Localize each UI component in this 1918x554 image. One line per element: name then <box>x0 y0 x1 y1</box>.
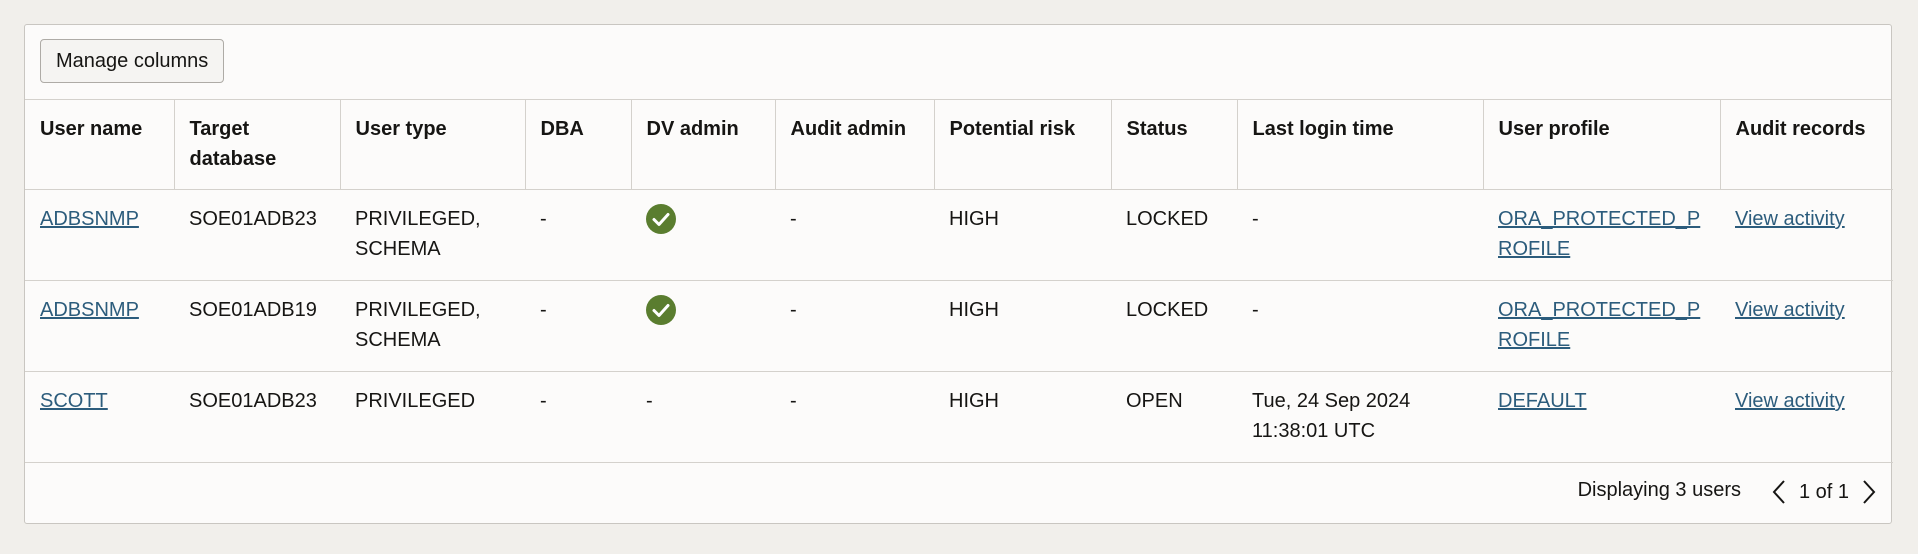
user-profile-link[interactable]: ORA_PROTECTED_PROFILE <box>1498 299 1700 351</box>
row-count-text: Displaying 3 users <box>1577 479 1741 501</box>
status-cell: OPEN <box>1111 371 1237 463</box>
table-header-row: User name Target database User type DBA … <box>25 100 1893 190</box>
potential-risk-cell: HIGH <box>934 189 1111 281</box>
user-type-cell: PRIVILEGED, SCHEMA <box>340 280 525 372</box>
dv-admin-cell <box>631 280 775 372</box>
dv-admin-cell <box>631 189 775 281</box>
potential-risk-cell: HIGH <box>934 371 1111 463</box>
col-status[interactable]: Status <box>1111 100 1238 190</box>
check-icon <box>646 204 676 234</box>
user-profile-link[interactable]: DEFAULT <box>1498 390 1587 412</box>
user-name-link[interactable]: ADBSNMP <box>40 208 139 230</box>
table-footer: Displaying 3 users 1 of 1 <box>25 463 1891 523</box>
chevron-right-icon[interactable] <box>1857 477 1881 507</box>
audit-admin-cell: - <box>775 189 934 281</box>
audit-admin-cell: - <box>775 280 934 372</box>
col-dba[interactable]: DBA <box>525 100 632 190</box>
col-dv-admin[interactable]: DV admin <box>631 100 776 190</box>
view-activity-link[interactable]: View activity <box>1735 390 1845 412</box>
dba-cell: - <box>525 189 631 281</box>
dba-cell: - <box>525 280 631 372</box>
user-name-link[interactable]: ADBSNMP <box>40 299 139 321</box>
page-indicator: 1 of 1 <box>1798 480 1849 503</box>
table-toolbar: Manage columns <box>25 25 1891 100</box>
col-target-database[interactable]: Target database <box>174 100 341 190</box>
table-row: ADBSNMP SOE01ADB19 PRIVILEGED, SCHEMA - … <box>25 280 1893 372</box>
audit-admin-cell: - <box>775 371 934 463</box>
last-login-cell: - <box>1237 280 1483 372</box>
potential-risk-cell: HIGH <box>934 280 1111 372</box>
view-activity-link[interactable]: View activity <box>1735 299 1845 321</box>
col-user-type[interactable]: User type <box>340 100 526 190</box>
pagination: 1 of 1 <box>1767 477 1881 507</box>
user-name-link[interactable]: SCOTT <box>40 390 108 412</box>
user-type-cell: PRIVILEGED <box>340 371 525 463</box>
user-profile-link[interactable]: ORA_PROTECTED_PROFILE <box>1498 208 1700 260</box>
status-cell: LOCKED <box>1111 189 1237 281</box>
users-panel: Manage columns User name Target database… <box>24 24 1893 524</box>
dv-admin-cell: - <box>631 371 775 463</box>
last-login-cell: Tue, 24 Sep 2024 11:38:01 UTC <box>1237 371 1483 463</box>
chevron-left-icon[interactable] <box>1767 477 1791 507</box>
col-user-name[interactable]: User name <box>25 100 175 190</box>
table-row: ADBSNMP SOE01ADB23 PRIVILEGED, SCHEMA - … <box>25 189 1893 281</box>
col-user-profile[interactable]: User profile <box>1483 100 1721 190</box>
check-icon <box>646 295 676 325</box>
dba-cell: - <box>525 371 631 463</box>
table-row: SCOTT SOE01ADB23 PRIVILEGED - - - HIGH O… <box>25 371 1893 463</box>
target-database-cell: SOE01ADB23 <box>174 189 340 281</box>
status-cell: LOCKED <box>1111 280 1237 372</box>
user-type-cell: PRIVILEGED, SCHEMA <box>340 189 525 281</box>
users-table: User name Target database User type DBA … <box>25 100 1893 463</box>
view-activity-link[interactable]: View activity <box>1735 208 1845 230</box>
manage-columns-button[interactable]: Manage columns <box>40 39 225 83</box>
col-audit-records[interactable]: Audit records <box>1720 100 1893 190</box>
col-audit-admin[interactable]: Audit admin <box>775 100 935 190</box>
target-database-cell: SOE01ADB23 <box>174 371 340 463</box>
col-potential-risk[interactable]: Potential risk <box>934 100 1112 190</box>
target-database-cell: SOE01ADB19 <box>174 280 340 372</box>
col-last-login-time[interactable]: Last login time <box>1237 100 1484 190</box>
last-login-cell: - <box>1237 189 1483 281</box>
